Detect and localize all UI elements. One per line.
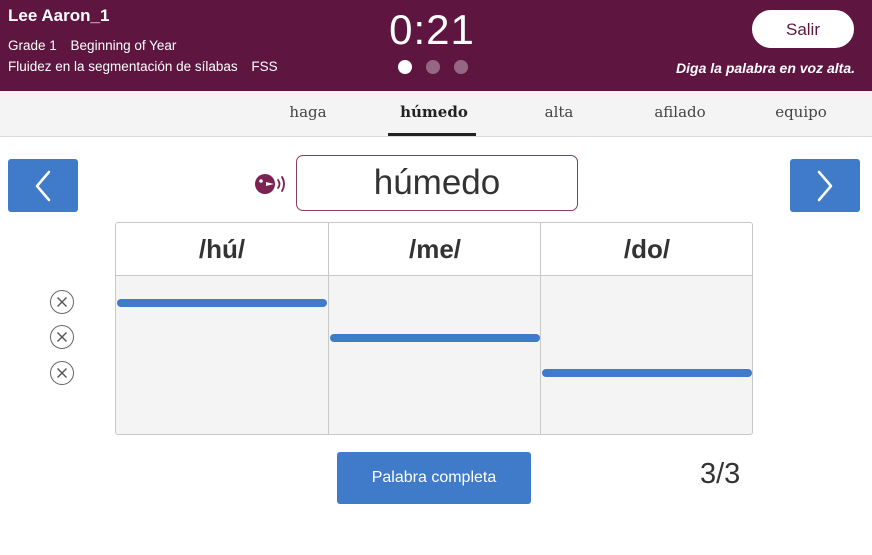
chevron-right-icon <box>817 170 833 201</box>
progress-dot <box>454 60 468 74</box>
close-icon <box>57 297 67 307</box>
syllable-bar[interactable] <box>330 334 540 342</box>
syllable-label: /me/ <box>329 223 541 276</box>
chevron-left-icon <box>35 170 51 201</box>
mark-error-button[interactable] <box>50 325 74 349</box>
close-icon <box>57 332 67 342</box>
syllable-grid: /hú/ /me/ /do/ <box>115 222 753 435</box>
progress-dot <box>426 60 440 74</box>
syllable-label: /do/ <box>541 223 752 276</box>
complete-word-button[interactable]: Palabra completa <box>337 452 531 504</box>
syllable-label: /hú/ <box>116 223 328 276</box>
active-tab-indicator <box>388 133 476 136</box>
tab-equipo[interactable]: equipo <box>741 103 861 121</box>
syllable-bar[interactable] <box>117 299 327 307</box>
word-tabs: haga húmedo alta afilado equipo <box>0 91 872 137</box>
next-word-button[interactable] <box>790 159 860 212</box>
assessment-code: FSS <box>251 59 278 74</box>
mark-error-button[interactable] <box>50 290 74 314</box>
word-counter: 3/3 <box>700 458 741 490</box>
assessment-meta: Fluidez en la segmentación de sílabas FS… <box>8 59 278 74</box>
progress-dot <box>398 60 412 74</box>
current-word: húmedo <box>296 155 578 211</box>
tab-haga[interactable]: haga <box>248 103 368 121</box>
student-meta: Grade 1 Beginning of Year <box>8 38 176 53</box>
timer: 0:21 <box>389 6 475 53</box>
syllable-column[interactable]: /do/ <box>540 223 752 434</box>
syllable-column[interactable]: /me/ <box>328 223 541 434</box>
progress-dots <box>398 60 468 74</box>
assessment-header: Lee Aaron_1 Grade 1 Beginning of Year Fl… <box>0 0 872 91</box>
tab-alta[interactable]: alta <box>499 103 619 121</box>
student-name: Lee Aaron_1 <box>8 6 110 25</box>
tab-afilado[interactable]: afilado <box>620 103 740 121</box>
mark-error-button[interactable] <box>50 361 74 385</box>
speaker-icon[interactable] <box>254 172 288 196</box>
instruction-text: Diga la palabra en voz alta. <box>676 60 855 76</box>
syllable-bar[interactable] <box>542 369 752 377</box>
assessment-name: Fluidez en la segmentación de sílabas <box>8 59 238 74</box>
grade-label: Grade 1 <box>8 38 57 53</box>
exit-button[interactable]: Salir <box>752 10 854 48</box>
period-label: Beginning of Year <box>70 38 177 53</box>
tab-humedo[interactable]: húmedo <box>374 103 494 121</box>
syllable-column[interactable]: /hú/ <box>116 223 328 434</box>
close-icon <box>57 368 67 378</box>
previous-word-button[interactable] <box>8 159 78 212</box>
